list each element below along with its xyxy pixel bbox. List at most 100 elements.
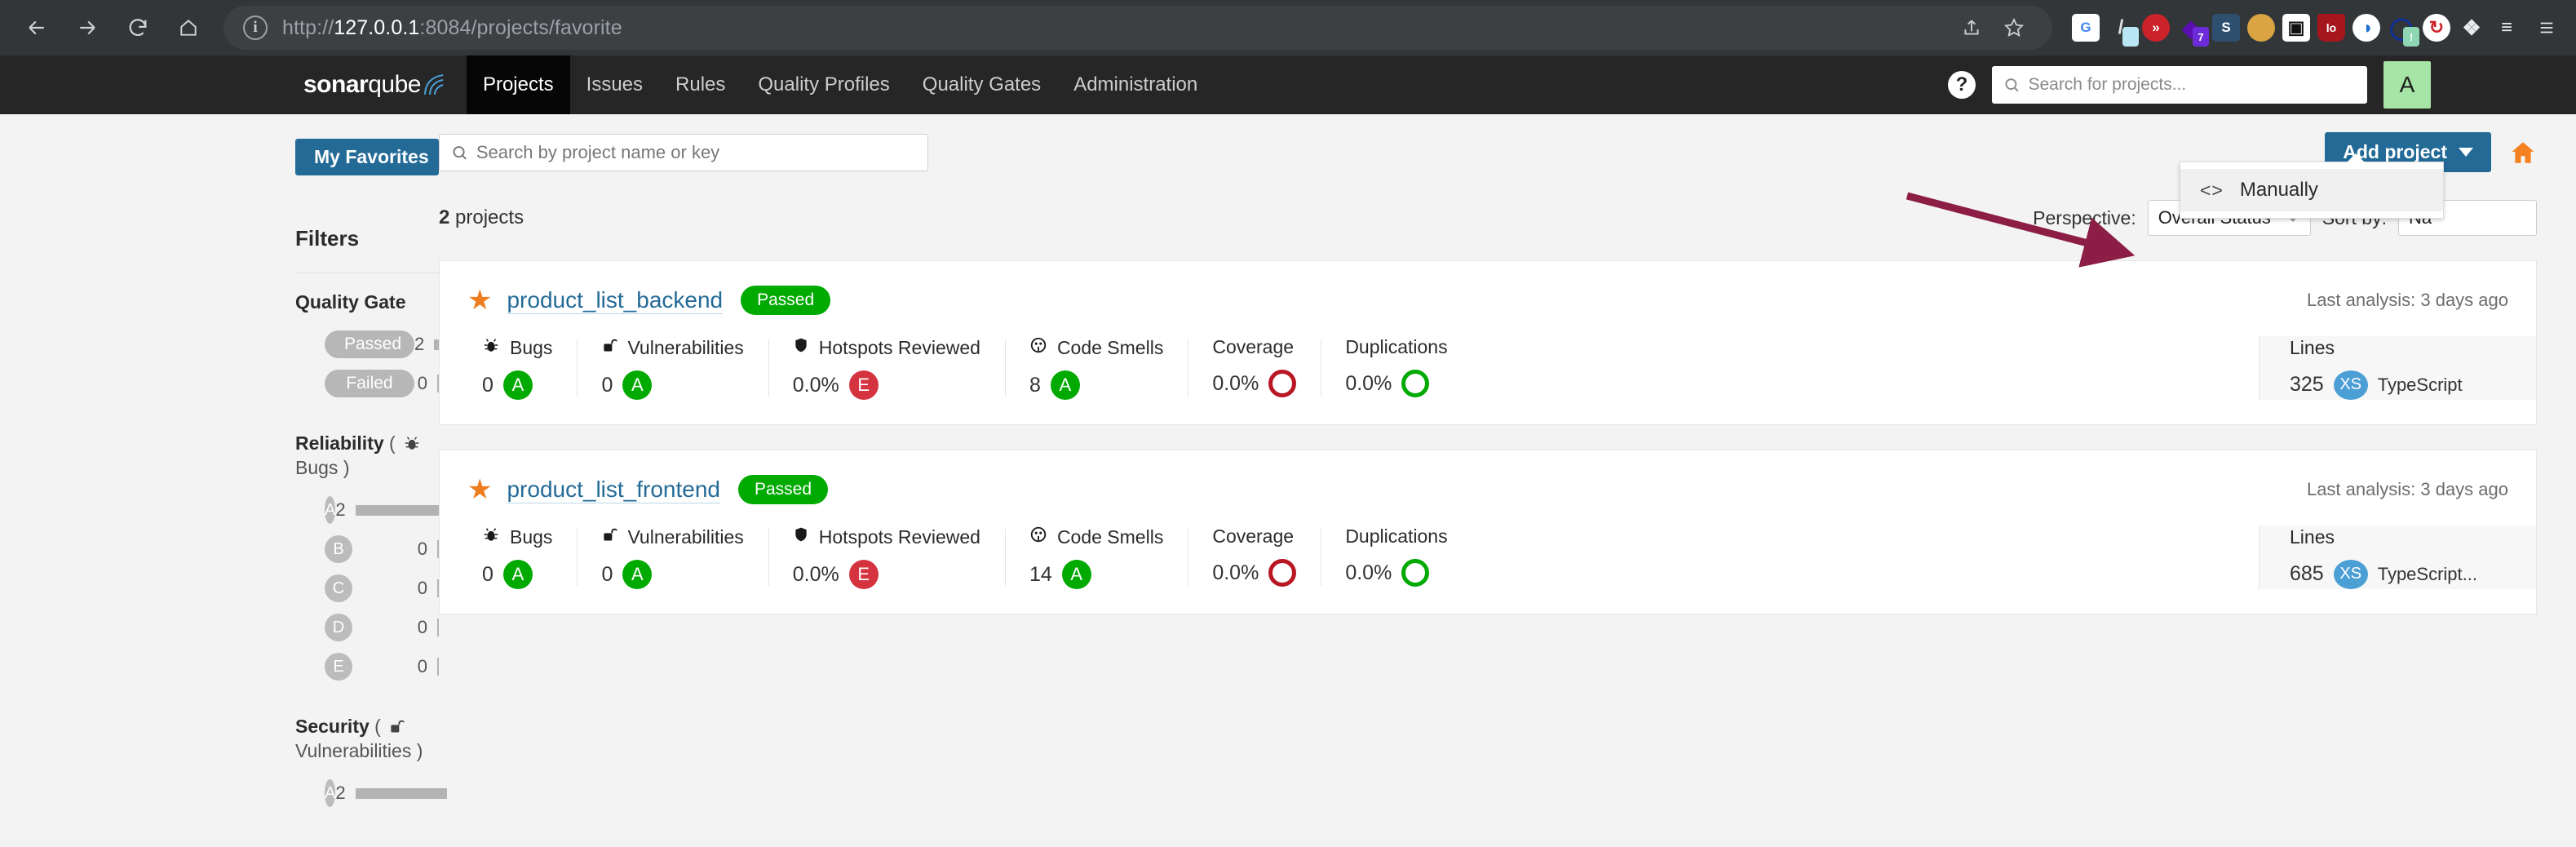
extension-badge: 7	[2193, 27, 2209, 47]
rating-badge: A	[503, 560, 533, 589]
reload-icon[interactable]	[114, 4, 162, 51]
dropdown-item-manually[interactable]: <> Manually	[2180, 169, 2443, 211]
facet-row-failed[interactable]: Failed 0	[295, 364, 439, 403]
privacy-lock-extension[interactable]: ◑	[2352, 14, 2380, 42]
marker-pen-extension[interactable]: /	[2107, 14, 2135, 42]
metric-code-smells[interactable]: Code Smells 14A	[1005, 525, 1188, 589]
metric-value: 0	[482, 563, 494, 587]
project-card[interactable]: ★ product_list_frontend Passed Last anal…	[439, 450, 2537, 614]
facet-row-rating-c[interactable]: C 0	[295, 569, 439, 608]
metric-coverage[interactable]: Coverage 0.0%	[1188, 336, 1321, 400]
global-search-box[interactable]	[1992, 66, 2367, 104]
metric-label: Code Smells	[1057, 526, 1163, 548]
language-label: TypeScript...	[2378, 564, 2477, 585]
facet-count: 2	[335, 783, 345, 804]
puzzle-extensions-icon[interactable]: ❖	[2458, 14, 2485, 42]
sonarqube-logo[interactable]: sonarqube	[303, 55, 467, 114]
refresh-extension[interactable]: ↻	[2423, 14, 2450, 42]
project-search-box[interactable]	[439, 134, 928, 171]
metric-duplications[interactable]: Duplications 0.0%	[1321, 336, 1472, 400]
nav-item-rules[interactable]: Rules	[659, 55, 741, 114]
google-translate-extension[interactable]: G	[2072, 14, 2100, 42]
project-name-link[interactable]: product_list_backend	[507, 287, 723, 314]
global-search-input[interactable]	[2028, 75, 2356, 95]
home-icon[interactable]	[165, 4, 212, 51]
metric-code-smells[interactable]: Code Smells 8A	[1005, 336, 1188, 400]
facet-row-passed[interactable]: Passed 2	[295, 325, 439, 364]
metric-bugs[interactable]: Bugs 0A	[458, 336, 577, 400]
nav-item-quality-profiles[interactable]: Quality Profiles	[741, 55, 905, 114]
facet-row-security-a[interactable]: A 2	[295, 774, 439, 813]
site-info-icon[interactable]: i	[243, 16, 268, 40]
facet-row-rating-e[interactable]: E 0	[295, 647, 439, 686]
project-search-input[interactable]	[476, 142, 916, 163]
favorite-star-icon[interactable]: ★	[467, 286, 492, 314]
cookie-extension[interactable]	[2247, 14, 2275, 42]
quality-gate-status-badge: Passed	[738, 475, 828, 504]
project-name-link[interactable]: product_list_frontend	[507, 477, 720, 503]
facet-security: Security ( Vulnerabilities ) A 2	[295, 716, 439, 813]
nav-item-issues[interactable]: Issues	[570, 55, 659, 114]
purple-diamond-extension[interactable]: ◆7	[2177, 14, 2205, 42]
perspective-label: Perspective:	[2033, 207, 2136, 229]
back-arrow-icon[interactable]	[13, 4, 60, 51]
search-icon	[2003, 76, 2020, 94]
s-extension[interactable]: S	[2212, 14, 2240, 42]
nav-item-projects[interactable]: Projects	[467, 55, 570, 114]
nav-label: Administration	[1073, 73, 1197, 96]
metric-lines[interactable]: Lines 685 XS TypeScript...	[2259, 525, 2536, 589]
metric-vulnerabilities[interactable]: Vulnerabilities 0A	[577, 525, 768, 589]
orange-home-icon[interactable]	[2509, 139, 2537, 166]
facet-pill: Failed	[325, 370, 414, 397]
browser-menu-icon[interactable]	[2530, 11, 2563, 44]
metric-vulnerabilities[interactable]: Vulnerabilities 0A	[577, 336, 768, 400]
nav-item-administration[interactable]: Administration	[1057, 55, 1214, 114]
filters-sidebar: My Favorites All Filters Quality Gate Pa…	[0, 114, 439, 847]
facet-title: Quality Gate	[295, 291, 439, 313]
nav-label: Quality Gates	[923, 73, 1041, 96]
help-icon[interactable]: ?	[1948, 71, 1976, 99]
chevron-down-icon	[2459, 148, 2473, 157]
project-card-header: ★ product_list_frontend Passed Last anal…	[440, 450, 2536, 504]
lastpass-extension[interactable]: lo	[2317, 14, 2345, 42]
project-card[interactable]: ★ product_list_backend Passed Last analy…	[439, 260, 2537, 425]
forward-arrow-icon[interactable]	[64, 4, 111, 51]
shield-icon	[793, 525, 809, 548]
facet-row-rating-d[interactable]: D 0	[295, 608, 439, 647]
project-metrics: Bugs 0A Vulnerabilities 0A Hotspots Revi…	[440, 504, 2536, 614]
metric-duplications[interactable]: Duplications 0.0%	[1321, 525, 1472, 589]
star-bookmark-icon[interactable]	[1995, 9, 2033, 47]
share-icon[interactable]	[1953, 9, 1990, 47]
nav-item-quality-gates[interactable]: Quality Gates	[906, 55, 1057, 114]
playlist-extension[interactable]: ≡	[2493, 14, 2521, 42]
facet-count: 0	[418, 617, 427, 638]
address-bar[interactable]: i http://127.0.0.1:8084/projects/favorit…	[224, 6, 2052, 50]
size-badge: XS	[2334, 370, 2368, 400]
logo-light: qube	[368, 71, 421, 98]
coverage-ring-icon	[1268, 370, 1296, 397]
favorite-star-icon[interactable]: ★	[467, 476, 492, 503]
metric-label: Bugs	[510, 526, 552, 548]
metric-bugs[interactable]: Bugs 0A	[458, 525, 577, 589]
metric-lines[interactable]: Lines 325 XS TypeScript	[2259, 336, 2536, 400]
redirect-extension[interactable]: »	[2142, 14, 2170, 42]
nav-label: Quality Profiles	[758, 73, 889, 96]
metric-label: Vulnerabilities	[627, 526, 743, 548]
size-badge: XS	[2334, 560, 2368, 589]
metric-label: Duplications	[1345, 525, 1447, 548]
facet-row-rating-a[interactable]: A 2	[295, 490, 439, 530]
reader-view-extension[interactable]: ▣	[2282, 14, 2310, 42]
metric-label: Vulnerabilities	[627, 337, 743, 359]
metric-label: Coverage	[1212, 525, 1294, 548]
rating-badge: A	[1051, 370, 1080, 400]
avatar[interactable]: A	[2383, 61, 2431, 109]
metric-hotspots-reviewed[interactable]: Hotspots Reviewed 0.0%E	[768, 525, 1005, 589]
add-project-dropdown: <> Manually	[2180, 162, 2444, 219]
project-count: 2 projects	[439, 206, 524, 229]
toggle-my-favorites[interactable]: My Favorites	[296, 140, 439, 175]
facet-row-rating-b[interactable]: B 0	[295, 530, 439, 569]
metric-hotspots-reviewed[interactable]: Hotspots Reviewed 0.0%E	[768, 336, 1005, 400]
blue-ring-extension[interactable]: ◯!	[2388, 14, 2415, 42]
metric-coverage[interactable]: Coverage 0.0%	[1188, 525, 1321, 589]
rating-badge: B	[325, 535, 352, 563]
